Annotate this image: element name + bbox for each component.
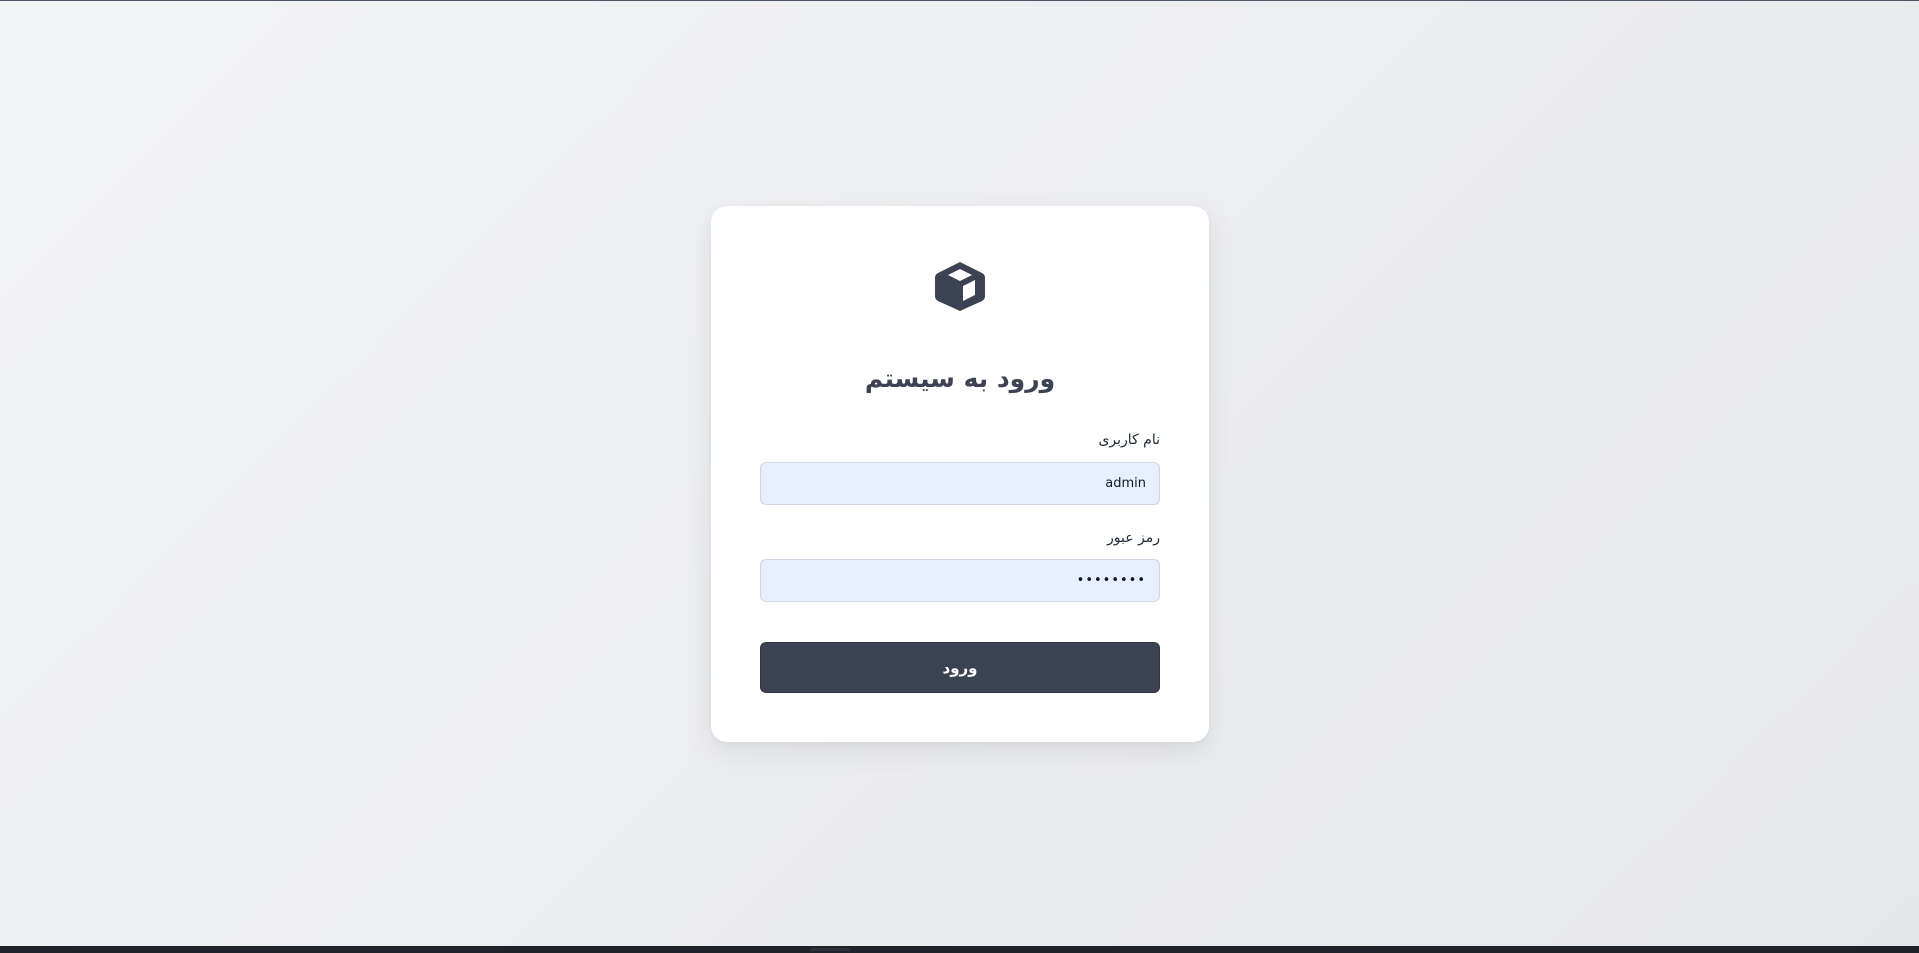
username-label: نام کاربری: [1098, 432, 1160, 448]
login-button[interactable]: ورود: [760, 642, 1160, 693]
password-label: رمز عبور: [1106, 530, 1160, 546]
page-title: ورود به سیستم: [864, 364, 1056, 393]
username-field[interactable]: [760, 462, 1160, 505]
login-card: ورود به سیستم نام کاربری رمز عبور ورود: [711, 206, 1209, 742]
cube-icon: [935, 262, 985, 311]
bottom-taskbar: [0, 946, 1919, 953]
window-top-border: [0, 0, 1919, 1]
password-field[interactable]: [760, 559, 1160, 602]
taskbar-handle: [810, 948, 850, 951]
